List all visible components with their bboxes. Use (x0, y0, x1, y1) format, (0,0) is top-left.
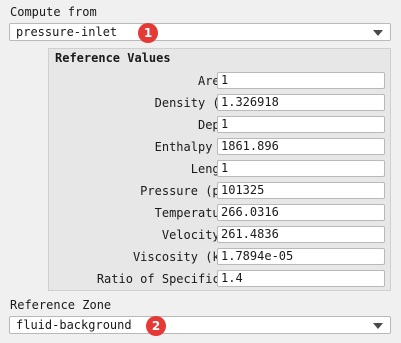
field-row-enthalpy: Enthalpy (j/kg) 1861.896 (49, 137, 390, 156)
field-row-area: Area (m2) 1 (49, 71, 390, 90)
field-row-pressure: Pressure (pascal) 101325 (49, 181, 390, 200)
field-row-temperature: Temperature (k) 266.0316 (49, 203, 390, 222)
field-row-viscosity: Viscosity (kg/m-s) 1.7894e-05 (49, 247, 390, 266)
reference-zone-value: fluid-background (16, 318, 132, 332)
callout-badge-2: 2 (146, 316, 166, 336)
velocity-input[interactable]: 261.4836 (217, 226, 385, 243)
density-input[interactable]: 1.326918 (217, 94, 385, 111)
field-row-density: Density (kg/m3) 1.326918 (49, 93, 390, 112)
compute-from-dropdown[interactable]: pressure-inlet (9, 23, 391, 41)
compute-from-value: pressure-inlet (16, 25, 118, 39)
reference-zone-label: Reference Zone (10, 298, 112, 312)
field-row-ratio-specific-heats: Ratio of Specific Heats 1.4 (49, 269, 390, 288)
pressure-input[interactable]: 101325 (217, 182, 385, 199)
reference-values-group: Reference Values Area (m2) 1 Density (kg… (48, 48, 391, 291)
field-row-velocity: Velocity (m/s) 261.4836 (49, 225, 390, 244)
callout-badge-1: 1 (138, 23, 158, 43)
area-input[interactable]: 1 (217, 72, 385, 89)
reference-zone-dropdown[interactable]: fluid-background (9, 316, 391, 334)
field-row-depth: Depth (m) 1 (49, 115, 390, 134)
chevron-down-icon (373, 323, 383, 329)
chevron-down-icon (373, 30, 383, 36)
compute-from-label: Compute from (10, 5, 97, 19)
ratio-specific-heats-input[interactable]: 1.4 (217, 270, 385, 287)
depth-input[interactable]: 1 (217, 116, 385, 133)
length-input[interactable]: 1 (217, 160, 385, 177)
enthalpy-input[interactable]: 1861.896 (217, 138, 385, 155)
reference-values-title: Reference Values (55, 51, 171, 65)
viscosity-input[interactable]: 1.7894e-05 (217, 248, 385, 265)
field-row-length: Length (m) 1 (49, 159, 390, 178)
temperature-input[interactable]: 266.0316 (217, 204, 385, 221)
